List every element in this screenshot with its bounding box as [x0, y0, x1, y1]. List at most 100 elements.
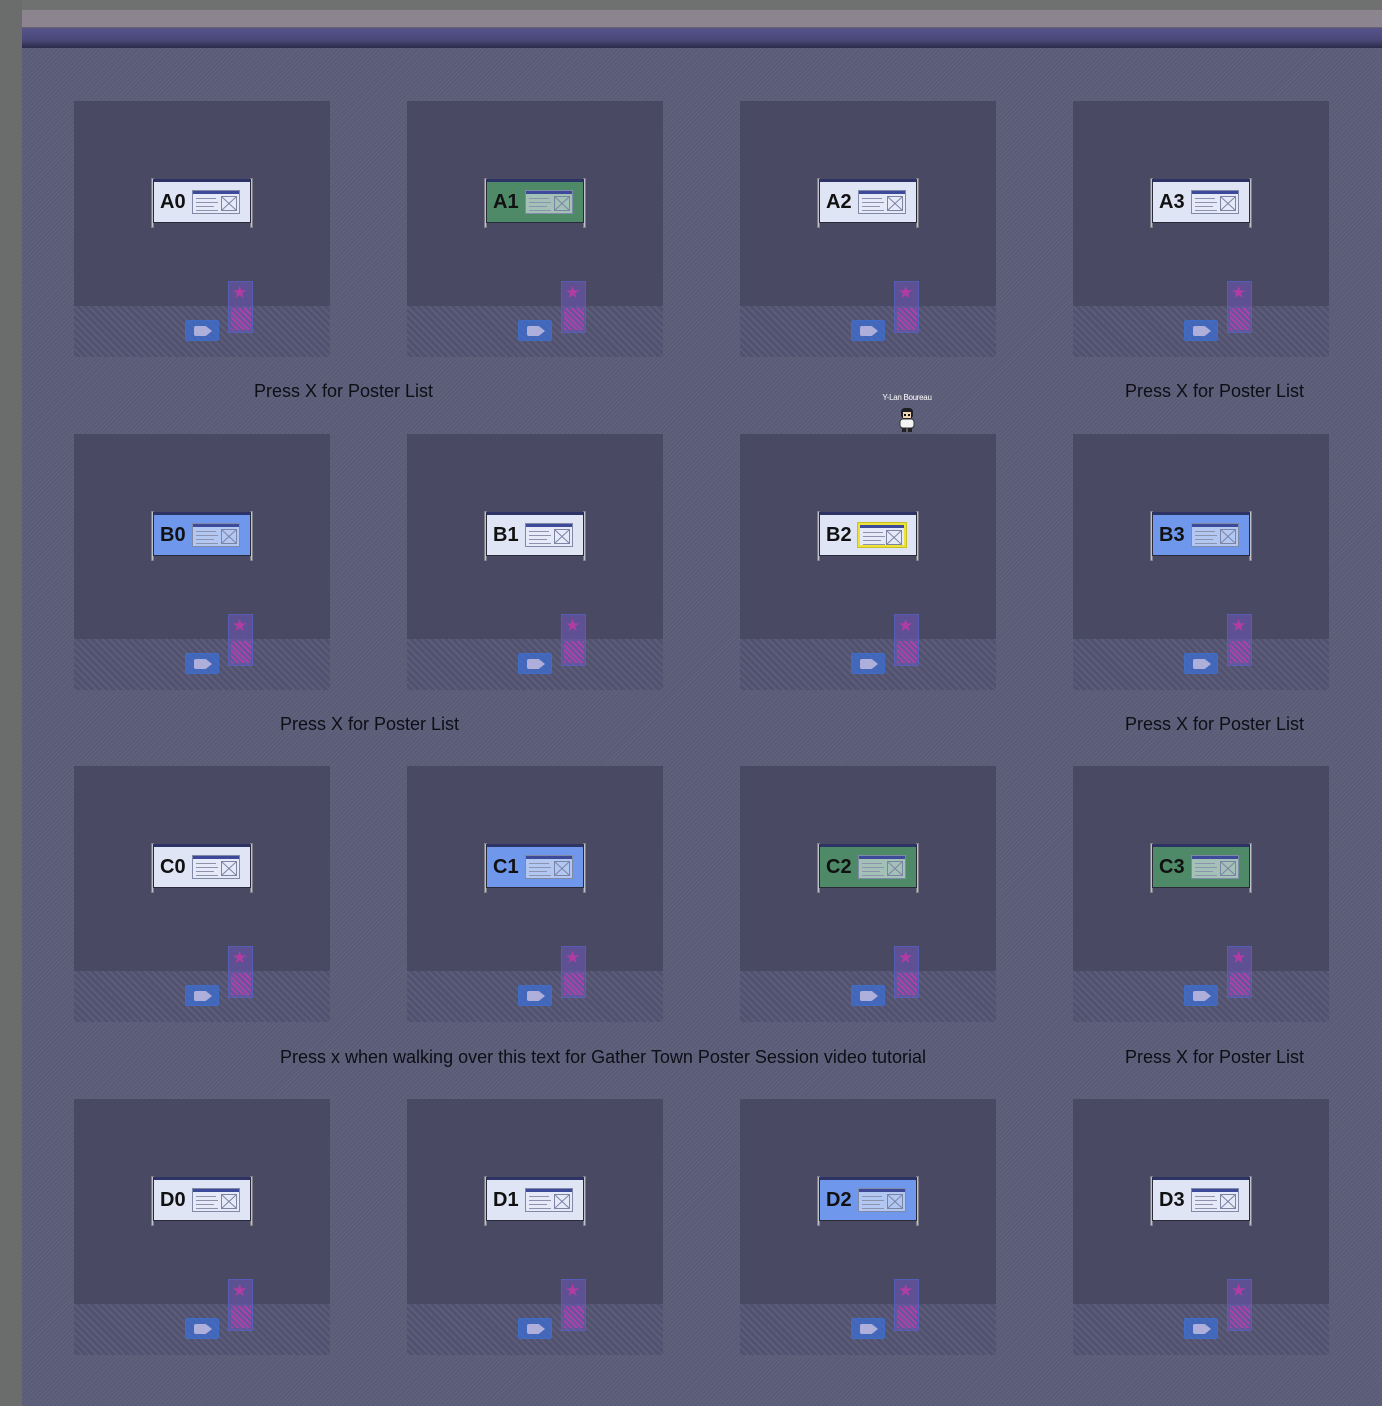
poster-board-face: B0: [153, 512, 251, 556]
poster-board-face: B2: [819, 512, 917, 556]
poster-booth: A3 ★: [1073, 101, 1329, 357]
booth-stand[interactable]: ★: [1227, 281, 1252, 333]
poster-board[interactable]: D3: [1150, 1176, 1252, 1226]
poster-board[interactable]: D1: [484, 1176, 586, 1226]
poster-thumbnail-icon: [525, 1188, 573, 1212]
booth-stand[interactable]: ★: [561, 281, 586, 333]
poster-board[interactable]: C3: [1150, 843, 1252, 893]
poster-board[interactable]: B2: [817, 511, 919, 561]
poster-code: D3: [1159, 1188, 1185, 1211]
video-camera-icon[interactable]: [851, 653, 885, 674]
video-camera-icon[interactable]: [1184, 653, 1218, 674]
poster-booth: A0 ★: [74, 101, 330, 357]
stand-pattern: [1230, 308, 1250, 330]
poster-booth: C3 ★: [1073, 766, 1329, 1022]
poster-code: D1: [493, 1188, 519, 1211]
poster-code: B1: [493, 523, 519, 546]
poster-list-text[interactable]: Press X for Poster List: [1125, 381, 1304, 401]
booth-stand[interactable]: ★: [561, 1279, 586, 1331]
poster-thumbnail-icon: [192, 190, 240, 214]
poster-list-text[interactable]: Press X for Poster List: [1125, 1047, 1304, 1067]
video-camera-icon[interactable]: [518, 653, 552, 674]
video-camera-icon[interactable]: [851, 985, 885, 1006]
stand-pattern: [564, 641, 584, 663]
poster-board-face: C1: [486, 844, 584, 888]
booth-stand[interactable]: ★: [228, 1279, 253, 1331]
stand-pattern: [897, 308, 917, 330]
poster-thumbnail-icon: [525, 190, 573, 214]
video-camera-icon[interactable]: [185, 1318, 219, 1339]
poster-board[interactable]: A1: [484, 178, 586, 228]
stand-pattern: [564, 973, 584, 995]
poster-board[interactable]: D0: [151, 1176, 253, 1226]
poster-board[interactable]: A2: [817, 178, 919, 228]
poster-board-face: D2: [819, 1177, 917, 1221]
poster-code: B2: [826, 523, 852, 546]
poster-code: A2: [826, 190, 852, 213]
star-icon: ★: [898, 616, 914, 635]
poster-board-face: A0: [153, 179, 251, 223]
video-camera-icon[interactable]: [185, 985, 219, 1006]
stand-pattern: [231, 641, 251, 663]
stand-pattern: [1230, 1306, 1250, 1328]
booth-stand[interactable]: ★: [894, 1279, 919, 1331]
video-camera-icon[interactable]: [518, 320, 552, 341]
video-camera-icon[interactable]: [851, 320, 885, 341]
poster-booth: B2 ★: [740, 434, 996, 690]
booth-stand[interactable]: ★: [1227, 1279, 1252, 1331]
poster-thumbnail-icon: [192, 855, 240, 879]
poster-board[interactable]: D2: [817, 1176, 919, 1226]
poster-booth: C1 ★: [407, 766, 663, 1022]
booth-stand[interactable]: ★: [894, 614, 919, 666]
poster-board[interactable]: B3: [1150, 511, 1252, 561]
poster-board[interactable]: B0: [151, 511, 253, 561]
star-icon: ★: [1231, 1281, 1247, 1300]
video-camera-icon[interactable]: [1184, 1318, 1218, 1339]
stand-pattern: [564, 308, 584, 330]
poster-list-text[interactable]: Press X for Poster List: [254, 381, 433, 401]
video-camera-icon[interactable]: [518, 985, 552, 1006]
poster-board[interactable]: C2: [817, 843, 919, 893]
poster-booth: B3 ★: [1073, 434, 1329, 690]
poster-thumbnail-icon: [525, 523, 573, 547]
video-camera-icon[interactable]: [1184, 320, 1218, 341]
booth-stand[interactable]: ★: [1227, 946, 1252, 998]
video-camera-icon[interactable]: [185, 320, 219, 341]
poster-code: C3: [1159, 855, 1185, 878]
video-camera-icon[interactable]: [518, 1318, 552, 1339]
stand-pattern: [897, 1306, 917, 1328]
poster-board[interactable]: C1: [484, 843, 586, 893]
star-icon: ★: [898, 948, 914, 967]
poster-code: C0: [160, 855, 186, 878]
video-camera-icon[interactable]: [851, 1318, 885, 1339]
booth-stand[interactable]: ★: [228, 946, 253, 998]
star-icon: ★: [565, 948, 581, 967]
window-top-strip: [22, 0, 1382, 10]
poster-booth: A2 ★: [740, 101, 996, 357]
star-icon: ★: [232, 616, 248, 635]
poster-board[interactable]: C0: [151, 843, 253, 893]
poster-booth: D1 ★: [407, 1099, 663, 1355]
poster-board[interactable]: A3: [1150, 178, 1252, 228]
poster-board[interactable]: B1: [484, 511, 586, 561]
poster-board[interactable]: A0: [151, 178, 253, 228]
poster-thumbnail-icon: [858, 855, 906, 879]
video-camera-icon[interactable]: [185, 653, 219, 674]
star-icon: ★: [1231, 616, 1247, 635]
booth-stand[interactable]: ★: [561, 614, 586, 666]
poster-list-text[interactable]: Press X for Poster List: [280, 714, 459, 734]
poster-booth: B0 ★: [74, 434, 330, 690]
poster-code: A1: [493, 190, 519, 213]
booth-stand[interactable]: ★: [561, 946, 586, 998]
booth-stand[interactable]: ★: [228, 281, 253, 333]
video-tutorial-text[interactable]: Press x when walking over this text for …: [280, 1047, 926, 1067]
poster-list-text[interactable]: Press X for Poster List: [1125, 714, 1304, 734]
booth-stand[interactable]: ★: [894, 281, 919, 333]
stand-pattern: [231, 1306, 251, 1328]
booth-stand[interactable]: ★: [1227, 614, 1252, 666]
booth-stand[interactable]: ★: [894, 946, 919, 998]
player-avatar[interactable]: Y-Lan Boureau: [878, 393, 936, 435]
booth-stand[interactable]: ★: [228, 614, 253, 666]
video-camera-icon[interactable]: [1184, 985, 1218, 1006]
poster-thumbnail-icon: [858, 523, 906, 547]
